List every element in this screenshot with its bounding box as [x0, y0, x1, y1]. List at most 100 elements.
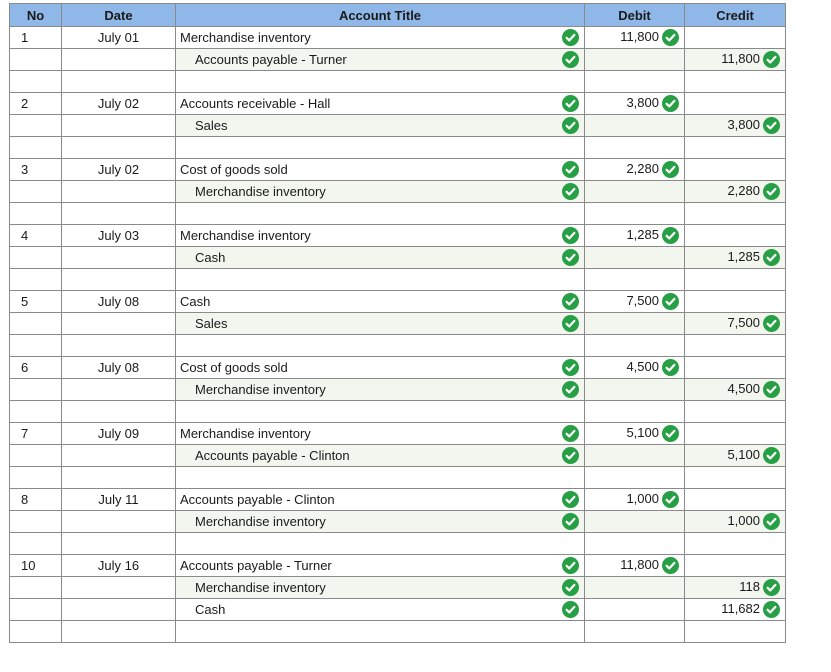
empty-cell[interactable] — [584, 532, 685, 555]
entry-number — [9, 576, 62, 599]
empty-cell[interactable] — [684, 268, 786, 291]
empty-cell[interactable] — [175, 532, 585, 555]
empty-cell[interactable] — [175, 136, 585, 159]
debit-cell[interactable]: 11,800 — [584, 554, 685, 577]
spacer-row — [9, 136, 786, 159]
debit-cell[interactable]: 5,100 — [584, 422, 685, 445]
debit-cell[interactable] — [584, 114, 685, 137]
credit-amount: 2,280 — [727, 183, 760, 199]
empty-cell[interactable] — [684, 202, 786, 225]
credit-cell[interactable]: 4,500 — [684, 378, 786, 401]
account-title-cell[interactable]: Cash — [175, 290, 585, 313]
account-title: Sales — [195, 118, 228, 133]
empty-cell — [9, 620, 62, 643]
credit-cell[interactable] — [684, 158, 786, 181]
debit-cell[interactable]: 1,000 — [584, 488, 685, 511]
account-title: Accounts payable - Turner — [195, 52, 347, 67]
credit-cell[interactable] — [684, 356, 786, 379]
empty-cell — [9, 334, 62, 357]
header-date: Date — [61, 3, 176, 27]
table-row: 8 July 11 Accounts payable - Clinton 1,000 — [9, 488, 786, 511]
empty-cell[interactable] — [584, 202, 685, 225]
account-title-cell[interactable]: Accounts payable - Clinton — [175, 444, 585, 467]
account-title-cell[interactable]: Merchandise inventory — [175, 26, 585, 49]
debit-cell[interactable] — [584, 444, 685, 467]
account-title-cell[interactable]: Cost of goods sold — [175, 158, 585, 181]
account-title-cell[interactable]: Merchandise inventory — [175, 422, 585, 445]
empty-cell[interactable] — [684, 532, 786, 555]
debit-cell[interactable]: 2,280 — [584, 158, 685, 181]
empty-cell[interactable] — [175, 400, 585, 423]
empty-cell[interactable] — [684, 334, 786, 357]
account-title-cell[interactable]: Accounts payable - Clinton — [175, 488, 585, 511]
account-title-cell[interactable]: Sales — [175, 114, 585, 137]
account-title-cell[interactable]: Accounts receivable - Hall — [175, 92, 585, 115]
credit-cell[interactable] — [684, 92, 786, 115]
debit-cell[interactable] — [584, 576, 685, 599]
check-circle-icon — [562, 513, 579, 530]
empty-cell[interactable] — [584, 136, 685, 159]
empty-cell[interactable] — [684, 400, 786, 423]
debit-cell[interactable]: 7,500 — [584, 290, 685, 313]
credit-cell[interactable]: 5,100 — [684, 444, 786, 467]
entry-number: 3 — [9, 158, 62, 181]
spacer-row — [9, 532, 786, 555]
credit-cell[interactable]: 7,500 — [684, 312, 786, 335]
check-circle-icon — [662, 424, 679, 442]
debit-cell[interactable]: 3,800 — [584, 92, 685, 115]
empty-cell[interactable] — [684, 466, 786, 489]
credit-cell[interactable] — [684, 554, 786, 577]
credit-cell[interactable] — [684, 488, 786, 511]
credit-cell[interactable]: 1,285 — [684, 246, 786, 269]
empty-cell[interactable] — [584, 400, 685, 423]
empty-cell[interactable] — [684, 70, 786, 93]
account-title-cell[interactable]: Cash — [175, 246, 585, 269]
credit-cell[interactable] — [684, 26, 786, 49]
debit-cell[interactable]: 11,800 — [584, 26, 685, 49]
empty-cell[interactable] — [584, 620, 685, 643]
credit-cell[interactable]: 2,280 — [684, 180, 786, 203]
empty-cell[interactable] — [684, 620, 786, 643]
credit-cell[interactable] — [684, 224, 786, 247]
account-title-cell[interactable]: Merchandise inventory — [175, 378, 585, 401]
debit-cell[interactable]: 1,285 — [584, 224, 685, 247]
empty-cell[interactable] — [175, 202, 585, 225]
account-title-cell[interactable]: Merchandise inventory — [175, 180, 585, 203]
empty-cell[interactable] — [584, 334, 685, 357]
debit-cell[interactable] — [584, 246, 685, 269]
debit-cell[interactable] — [584, 510, 685, 533]
empty-cell[interactable] — [584, 466, 685, 489]
empty-cell[interactable] — [175, 466, 585, 489]
empty-cell[interactable] — [175, 334, 585, 357]
account-title-cell[interactable]: Merchandise inventory — [175, 576, 585, 599]
account-title-cell[interactable]: Sales — [175, 312, 585, 335]
empty-cell[interactable] — [584, 268, 685, 291]
account-title-cell[interactable]: Cash — [175, 598, 585, 621]
debit-cell[interactable] — [584, 312, 685, 335]
check-circle-icon — [562, 183, 579, 200]
account-title: Accounts payable - Clinton — [180, 492, 335, 507]
empty-cell[interactable] — [175, 70, 585, 93]
credit-cell[interactable]: 118 — [684, 576, 786, 599]
empty-cell[interactable] — [175, 620, 585, 643]
debit-cell[interactable] — [584, 598, 685, 621]
account-title-cell[interactable]: Merchandise inventory — [175, 224, 585, 247]
debit-cell[interactable] — [584, 378, 685, 401]
credit-cell[interactable]: 1,000 — [684, 510, 786, 533]
debit-cell[interactable] — [584, 180, 685, 203]
empty-cell[interactable] — [584, 70, 685, 93]
empty-cell[interactable] — [175, 268, 585, 291]
account-title-cell[interactable]: Accounts payable - Turner — [175, 554, 585, 577]
debit-cell[interactable]: 4,500 — [584, 356, 685, 379]
empty-cell[interactable] — [684, 136, 786, 159]
header-no: No — [9, 3, 62, 27]
credit-cell[interactable]: 11,682 — [684, 598, 786, 621]
credit-cell[interactable] — [684, 290, 786, 313]
account-title-cell[interactable]: Cost of goods sold — [175, 356, 585, 379]
credit-cell[interactable] — [684, 422, 786, 445]
account-title-cell[interactable]: Accounts payable - Turner — [175, 48, 585, 71]
account-title-cell[interactable]: Merchandise inventory — [175, 510, 585, 533]
credit-cell[interactable]: 11,800 — [684, 48, 786, 71]
debit-cell[interactable] — [584, 48, 685, 71]
credit-cell[interactable]: 3,800 — [684, 114, 786, 137]
